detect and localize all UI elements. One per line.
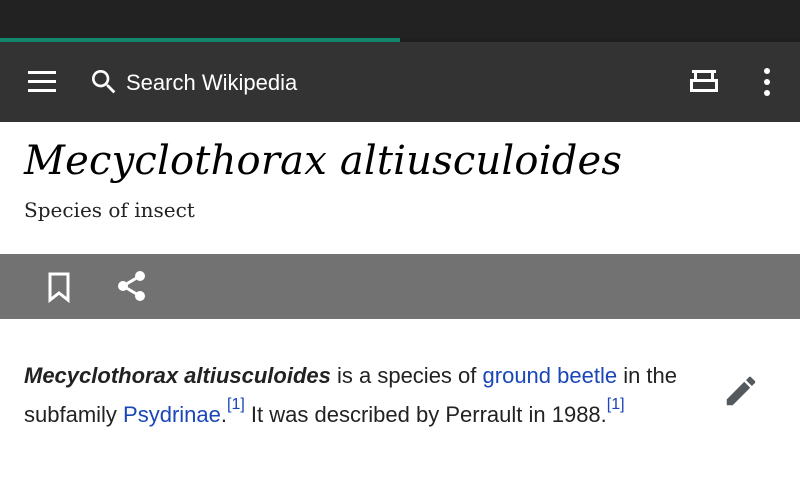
link-psydrinae[interactable]: Psydrinae [123, 402, 221, 427]
article-action-bar [0, 254, 800, 319]
lead-text: It was described by Perrault in 1988. [244, 402, 607, 427]
more-vertical-icon[interactable] [752, 64, 782, 100]
reading-list-icon[interactable] [686, 64, 724, 100]
article-header: Mecyclothorax altiusculoides Species of … [0, 122, 800, 254]
reference-2: [1] [607, 396, 625, 413]
menu-icon[interactable] [26, 68, 58, 96]
pencil-icon[interactable] [722, 372, 760, 410]
link-ground-beetle[interactable]: ground beetle [483, 363, 618, 388]
page-title: Mecyclothorax altiusculoides [24, 138, 623, 184]
reference-1: [1] [227, 396, 245, 413]
reference-link[interactable]: [1] [607, 396, 625, 413]
search-icon [92, 70, 116, 94]
article-lead-paragraph: Mecyclothorax altiusculoides is a specie… [24, 356, 694, 434]
top-toolbar: Search Wikipedia [0, 42, 800, 122]
bookmark-icon[interactable] [44, 270, 76, 304]
page-description: Species of insect [24, 198, 195, 222]
search-bar[interactable]: Search Wikipedia [84, 60, 384, 104]
article-subject-bold: Mecyclothorax altiusculoides [24, 363, 331, 388]
search-placeholder: Search Wikipedia [126, 70, 298, 95]
share-icon[interactable] [114, 268, 150, 304]
reference-link[interactable]: [1] [227, 396, 245, 413]
lead-text: is a species of [330, 363, 483, 388]
status-bar [0, 0, 800, 38]
